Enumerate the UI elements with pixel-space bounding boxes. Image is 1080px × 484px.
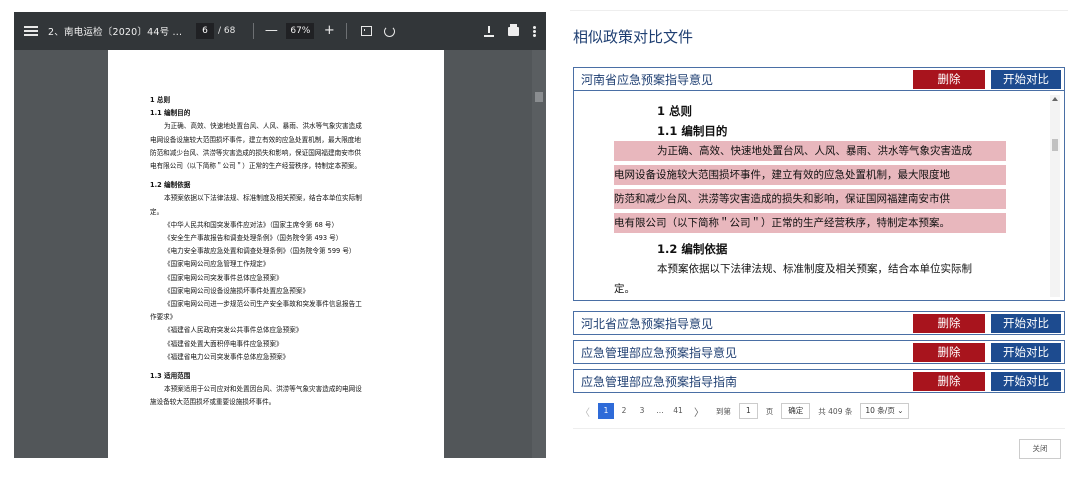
highlighted-line: 为正确、高效、快速地处置台风、人风、暴雨、洪水等气象灾害造成 [614, 141, 1006, 161]
close-button[interactable]: 关闭 [1019, 439, 1061, 459]
policy-item-label[interactable]: 应急管理部应急预案指导指南 [574, 373, 913, 390]
divider [570, 10, 1068, 11]
viewer-scrollbar[interactable] [532, 50, 546, 458]
reference-line: 《福建省人民政府突发公共事件总体应急预案》 [164, 326, 303, 335]
reference-line: 《福建省电力公司突发事件总体应急预案》 [164, 352, 290, 361]
paragraph-line: 防范和减少台风、洪涝等灾害造成的损失和影响，保证国网福建南安市供 [150, 148, 361, 157]
reference-line: 《福建省处置大面积停电事件应急预案》 [164, 339, 283, 348]
fit-page-icon[interactable] [361, 26, 373, 36]
highlighted-line: 防范和减少台风、洪涝等灾害造成的损失和影响，保证国网福建南安市供 [614, 189, 1006, 209]
scrollbar-thumb[interactable] [1052, 139, 1058, 151]
reference-line: 《安全生产事故报告和调查处理条例》（国务院令第 493 号） [164, 234, 343, 243]
goto-label: 到第 [716, 406, 731, 416]
reference-line: 《中华人民共和国突发事件应对法》（国家主席令第 68 号） [164, 220, 339, 229]
policy-item[interactable]: 应急管理部应急预案指导指南 删除 开始对比 [573, 369, 1065, 393]
paragraph-line: 电有限公司（以下简称＂公司＂）正常的生产经营秩序，特制定本预案。 [150, 162, 361, 171]
page-unit-label: 页 [765, 406, 774, 416]
preview-heading: 1.1 编制目的 [657, 124, 728, 138]
policy-item[interactable]: 河南省应急预案指导意见 删除 开始对比 [573, 67, 1065, 91]
rotate-icon[interactable] [384, 25, 396, 37]
start-compare-button[interactable]: 开始对比 [991, 313, 1061, 333]
policy-item-label[interactable]: 河南省应急预案指导意见 [574, 71, 913, 88]
zoom-out-button[interactable]: — [262, 23, 280, 39]
toolbar-divider [253, 23, 255, 39]
comparison-panel: 相似政策对比文件 河南省应急预案指导意见 删除 开始对比 1 总则 1.1 编制… [570, 0, 1080, 484]
zoom-in-button[interactable]: + [320, 23, 338, 39]
paragraph-line: 为正确、高效、快速地处置台风、人风、暴雨、洪水等气象灾害造成 [164, 122, 362, 131]
policy-item-label[interactable]: 应急管理部应急预案指导意见 [574, 344, 913, 361]
delete-button[interactable]: 删除 [913, 313, 985, 333]
pagination: 〈 1 2 3 ... 41 〉 到第 1 页 确定 共 409 条 10 条/… [580, 402, 909, 420]
preview-heading: 1 总则 [657, 104, 693, 118]
page-button[interactable]: 41 [670, 403, 686, 419]
page-size-select[interactable]: 10 条/页 ⌄ [860, 403, 909, 419]
paragraph-line: 本预案适用于公司应对和处置因台风、洪涝等气象灾害造成的电网设 [164, 385, 362, 394]
divider [573, 428, 1065, 429]
download-icon[interactable] [484, 25, 494, 37]
highlighted-line: 电有限公司（以下简称＂公司＂）正常的生产经营秩序，特制定本预案。 [614, 213, 1006, 233]
policy-item-label[interactable]: 河北省应急预案指导意见 [574, 315, 913, 332]
panel-title: 相似政策对比文件 [573, 28, 694, 46]
scroll-up-icon[interactable] [1052, 97, 1058, 101]
total-count: 共 409 条 [818, 406, 853, 416]
reference-line: 作要求》 [150, 313, 177, 322]
page-button[interactable]: 1 [598, 403, 614, 419]
paragraph-line: 定。 [150, 207, 164, 216]
more-options-icon[interactable] [533, 25, 536, 37]
scrollbar-thumb[interactable] [535, 92, 543, 102]
reference-line: 《国家电网公司设备设施损坏事件处置应急预案》 [164, 286, 310, 295]
reference-line: 《国家电网公司进一步规范公司生产安全事故和突发事件信息报告工 [164, 300, 362, 309]
start-compare-button[interactable]: 开始对比 [991, 69, 1061, 89]
reference-line: 《国家电网公司突发事件总体应急预案》 [164, 273, 283, 282]
delete-button[interactable]: 删除 [913, 342, 985, 362]
policy-item[interactable]: 应急管理部应急预案指导意见 删除 开始对比 [573, 340, 1065, 364]
section-heading: 1.1 编制目的 [150, 109, 191, 118]
policy-item[interactable]: 河北省应急预案指导意见 删除 开始对比 [573, 311, 1065, 335]
section-heading: 1.2 编制依据 [150, 181, 191, 190]
pdf-toolbar: 2、南电运检〔2020〕44号 ... 6 / 68 — 67% + [14, 12, 546, 50]
page-button[interactable]: 3 [634, 403, 650, 419]
start-compare-button[interactable]: 开始对比 [991, 342, 1061, 362]
confirm-button[interactable]: 确定 [781, 403, 811, 419]
preview-heading: 1.2 编制依据 [657, 242, 728, 256]
delete-button[interactable]: 删除 [913, 371, 985, 391]
goto-page-input[interactable]: 1 [739, 403, 758, 419]
pdf-viewer: 2、南电运检〔2020〕44号 ... 6 / 68 — 67% + 1 总则 … [14, 12, 546, 458]
delete-button[interactable]: 删除 [913, 69, 985, 89]
toolbar-divider [346, 23, 348, 39]
preview-line: 定。 [614, 283, 635, 295]
pdf-page: 1 总则 1.1 编制目的 为正确、高效、快速地处置台风、人风、暴雨、洪水等气象… [108, 50, 444, 458]
highlighted-line: 电网设备设施较大范围损坏事件，建立有效的应急处置机制，最大限度地 [614, 165, 1006, 185]
preview-line: 本预案依据以下法律法规、标准制度及相关预案，结合本单位实际制 [657, 263, 972, 275]
reference-line: 《电力安全事故应急处置和调查处理条例》（国务院令第 599 号） [164, 247, 356, 256]
document-preview: 1 总则 1.1 编制目的 为正确、高效、快速地处置台风、人风、暴雨、洪水等气象… [573, 91, 1065, 301]
print-icon[interactable] [508, 23, 519, 36]
page-number-input[interactable]: 6 [196, 23, 214, 39]
reference-line: 《国家电网公司应急管理工作规定》 [164, 260, 270, 269]
prev-page-button[interactable]: 〈 [580, 404, 590, 419]
paragraph-line: 电网设备设施较大范围损坏事件，建立有效的应急处置机制，最大限度地 [150, 135, 361, 144]
menu-icon[interactable] [24, 26, 38, 36]
zoom-level-input[interactable]: 67% [286, 23, 315, 39]
page-ellipsis[interactable]: ... [652, 403, 668, 419]
section-heading: 1 总则 [150, 96, 171, 104]
preview-scrollbar[interactable] [1050, 95, 1060, 297]
start-compare-button[interactable]: 开始对比 [991, 371, 1061, 391]
section-heading: 1.3 适用范围 [150, 372, 191, 381]
next-page-button[interactable]: 〉 [694, 404, 704, 419]
page-total: / 68 [218, 26, 236, 36]
paragraph-line: 施设备较大范围损坏或重要设施损坏事件。 [150, 398, 276, 407]
page-button[interactable]: 2 [616, 403, 632, 419]
document-title: 2、南电运检〔2020〕44号 ... [48, 27, 183, 38]
paragraph-line: 本预案依据以下法律法规、标准制度及相关预案，结合本单位实际制 [164, 194, 362, 203]
